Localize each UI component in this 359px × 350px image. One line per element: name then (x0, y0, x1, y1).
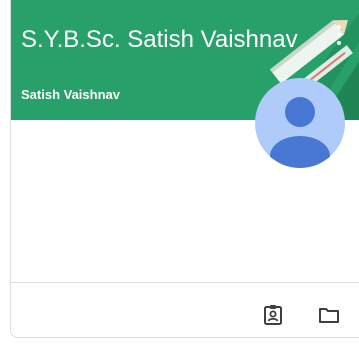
class-card-footer (11, 282, 359, 337)
more-options-button[interactable] (327, 20, 351, 50)
more-vert-icon (337, 25, 341, 29)
class-title[interactable]: S.Y.B.Sc. Satish Vaishnav (21, 26, 301, 54)
class-card[interactable]: S.Y.B.Sc. Satish Vaishnav Satish Vaishna… (10, 0, 359, 338)
class-teacher-name[interactable]: Satish Vaishnav (21, 87, 120, 102)
teacher-avatar (255, 78, 345, 168)
folder-icon[interactable] (317, 303, 341, 327)
assignment-ind-icon[interactable] (261, 303, 285, 327)
person-icon (270, 97, 330, 168)
